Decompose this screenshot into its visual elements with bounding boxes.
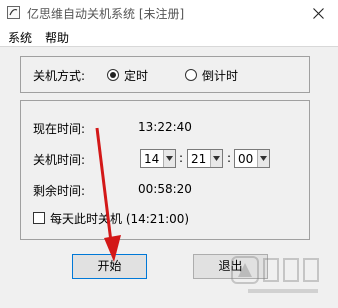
chevron-down-icon — [213, 156, 220, 161]
minute-value: 21 — [191, 152, 207, 166]
remaining-time-label: 剩余时间: — [33, 184, 86, 198]
close-button[interactable] — [300, 0, 338, 27]
second-dropdown-arrow[interactable] — [257, 150, 269, 167]
radio-countdown-label[interactable]: 倒计时 — [202, 67, 238, 84]
menu-system[interactable]: 系统 — [8, 29, 32, 46]
hour-value: 14 — [144, 152, 160, 166]
current-time-value: 13:22:40 — [138, 120, 192, 134]
radio-timed-label[interactable]: 定时 — [124, 67, 148, 84]
remaining-time-value: 00:58:20 — [138, 182, 192, 196]
chevron-down-icon — [166, 156, 173, 161]
time-separator: : — [227, 151, 232, 165]
hour-select[interactable]: 14 — [140, 149, 176, 168]
close-icon — [313, 8, 324, 19]
second-value: 00 — [238, 152, 254, 166]
current-time-label: 现在时间: — [33, 122, 86, 136]
minute-dropdown-arrow[interactable] — [210, 150, 222, 167]
menu-divider — [0, 46, 338, 47]
radio-countdown[interactable] — [185, 69, 197, 81]
menu-bar: 系统 帮助 — [0, 27, 338, 46]
watermark-logo — [231, 256, 319, 293]
start-button[interactable]: 开始 — [72, 254, 147, 279]
second-select[interactable]: 00 — [234, 149, 270, 168]
app-icon — [7, 6, 20, 19]
time-separator: : — [179, 151, 184, 165]
title-bar: 亿思维自动关机系统 [未注册] — [0, 0, 338, 27]
hour-dropdown-arrow[interactable] — [163, 150, 175, 167]
menu-help[interactable]: 帮助 — [45, 29, 69, 46]
daily-shutdown-label[interactable]: 每天此时关机 (14:21:00) — [50, 210, 189, 227]
time-panel: 现在时间: 13:22:40 关机时间: 14 : 21 : 00 剩余时间: … — [20, 100, 310, 240]
window-title: 亿思维自动关机系统 [未注册] — [27, 7, 185, 21]
radio-timed[interactable] — [107, 69, 119, 81]
mode-panel: 关机方式: 定时 倒计时 — [20, 56, 310, 93]
minute-select[interactable]: 21 — [187, 149, 223, 168]
mode-label: 关机方式: — [33, 69, 86, 83]
daily-shutdown-checkbox[interactable] — [33, 212, 45, 224]
shutdown-time-label: 关机时间: — [33, 153, 86, 167]
chevron-down-icon — [260, 156, 267, 161]
